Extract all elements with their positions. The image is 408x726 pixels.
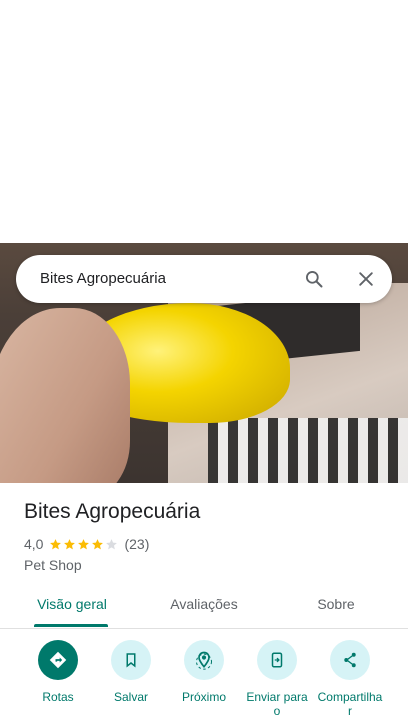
nearby-button[interactable]: Próximo [174,640,234,704]
photo-hand [0,308,130,483]
active-tab-indicator [34,624,108,627]
review-count: (23) [124,536,150,552]
send-to-phone-icon [257,640,297,680]
star-icon [92,538,104,549]
share-label: Compartilha r [317,690,383,718]
search-bar[interactable]: Bites Agropecuária [16,255,392,303]
rating-stars [49,538,118,551]
rating-row[interactable]: 4,0 (23) [24,536,149,552]
photo-tile-pattern [208,418,408,483]
send-to-phone-button[interactable]: Enviar para o [246,640,308,718]
star-icon [64,538,76,549]
save-button[interactable]: Salvar [101,640,161,704]
place-title: Bites Agropecuária [24,500,201,523]
tab-bar: Visão geral Avaliações Sobre [0,584,408,629]
star-icon [78,538,90,549]
share-icon [330,640,370,680]
send-to-phone-label: Enviar para o [246,690,308,718]
share-button[interactable]: Compartilha r [314,640,386,718]
tab-about[interactable]: Sobre [284,584,388,628]
bookmark-icon [111,640,151,680]
nearby-icon [184,640,224,680]
directions-icon [38,640,78,680]
search-icon[interactable] [304,269,324,289]
star-icon [106,538,118,549]
search-input[interactable]: Bites Agropecuária [40,255,166,303]
close-icon[interactable] [356,269,376,289]
directions-label: Rotas [42,690,74,704]
star-icon [50,538,62,549]
directions-button[interactable]: Rotas [28,640,88,704]
place-category: Pet Shop [24,557,82,573]
action-bar: Rotas Salvar Próximo Enviar para o Compa… [0,640,408,726]
rating-value: 4,0 [24,536,44,552]
nearby-label: Próximo [181,690,226,704]
tab-reviews[interactable]: Avaliações [152,584,256,628]
save-label: Salvar [113,690,148,704]
tab-overview[interactable]: Visão geral [20,584,124,628]
